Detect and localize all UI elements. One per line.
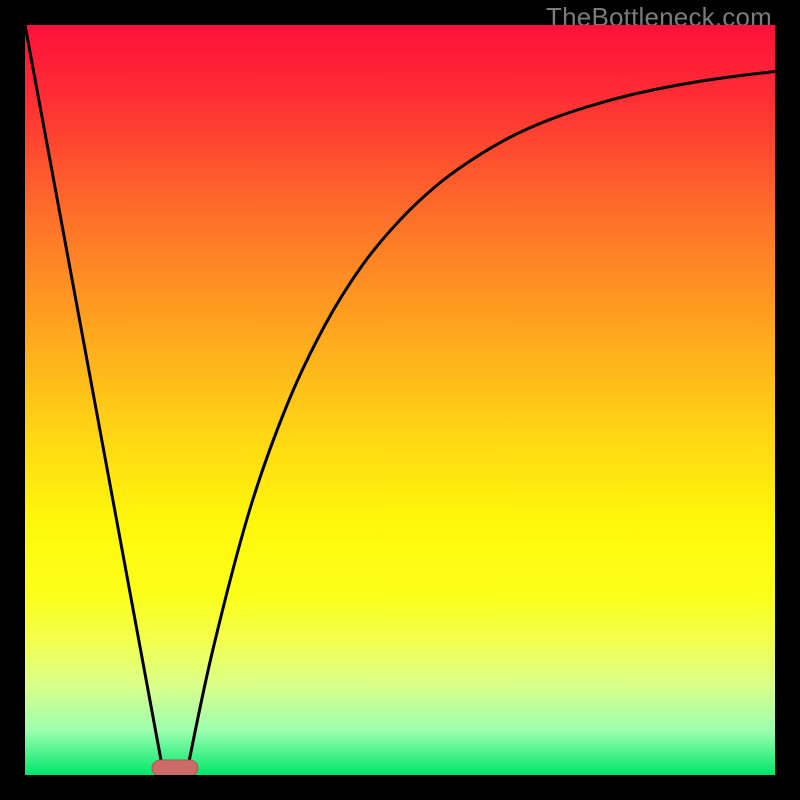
gradient-background — [25, 25, 775, 775]
minimum-marker — [152, 760, 198, 775]
chart-frame — [25, 25, 775, 775]
bottleneck-chart — [25, 25, 775, 775]
